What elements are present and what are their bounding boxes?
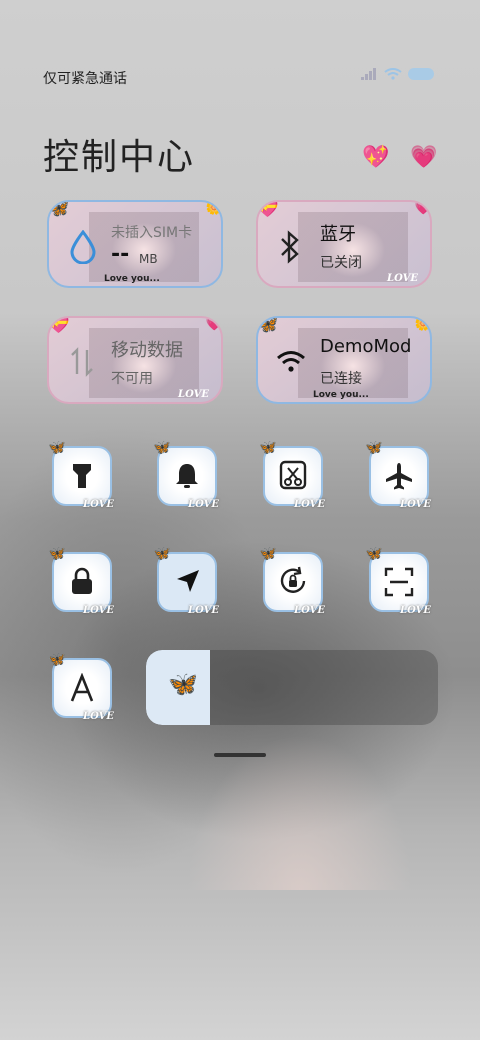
- love-label: LOVE: [294, 499, 325, 510]
- status-bar: 仅可紧急通话: [0, 60, 480, 90]
- wifi-network-name: DemoMod: [320, 336, 412, 357]
- mobile-data-tile[interactable]: 💝 💗 移动数据 不可用 LOVE: [47, 316, 223, 404]
- wifi-tile[interactable]: 🦋 🌼 DemoMod 已连接 Love you...: [256, 316, 432, 404]
- rotation-lock-toggle[interactable]: 🦋 LOVE: [259, 546, 325, 616]
- mobile-data-status: 不可用: [111, 371, 153, 387]
- drag-handle[interactable]: [214, 753, 266, 757]
- heart-gift-icon: 💝: [47, 316, 70, 335]
- bell-icon: [176, 464, 198, 488]
- status-icons: [360, 68, 434, 80]
- location-toggle[interactable]: 🦋 LOVE: [153, 546, 219, 616]
- butterfly-icon: 🦋: [48, 546, 66, 562]
- love-label: LOVE: [294, 605, 325, 616]
- data-usage-tile[interactable]: 🦋 🌼 未插入SIM卡 -- MB Love you...: [47, 200, 223, 288]
- butterfly-icon: 🦋: [365, 546, 383, 562]
- signal-icon: [361, 68, 376, 80]
- heart-gift-icon: 💝: [256, 200, 279, 219]
- tile-footer-text: Love you...: [313, 390, 369, 400]
- love-label: LOVE: [83, 711, 114, 722]
- flower-icon: 🌼: [414, 316, 432, 332]
- water-drop-icon: [70, 230, 96, 264]
- heart-icon: 💗: [414, 200, 432, 216]
- sim-status: 未插入SIM卡: [111, 225, 193, 241]
- bluetooth-tile[interactable]: 💝 💗 蓝牙 已关闭 LOVE: [256, 200, 432, 288]
- butterfly-icon: 🦋: [48, 440, 66, 456]
- growing-heart-icon: 💗: [410, 145, 438, 170]
- butterfly-icon: 🦋: [259, 546, 277, 562]
- lock-icon: [72, 567, 92, 594]
- flower-icon: 🌼: [205, 200, 223, 216]
- butterfly-icon: 🦋: [47, 200, 70, 219]
- butterfly-icon: 🦋: [365, 440, 383, 456]
- love-label: LOVE: [178, 389, 209, 400]
- butterfly-icon: 🦋: [259, 440, 277, 456]
- battery-icon: [408, 68, 434, 80]
- butterfly-icon: 🦋: [153, 440, 171, 456]
- bluetooth-status: 已关闭: [320, 255, 362, 271]
- rotation-lock-icon: [280, 566, 306, 593]
- love-label: LOVE: [387, 273, 418, 284]
- carrier-status: 仅可紧急通话: [43, 71, 127, 87]
- love-label: LOVE: [400, 605, 431, 616]
- airplane-icon: [386, 463, 412, 490]
- flashlight-toggle[interactable]: 🦋 LOVE: [48, 440, 114, 510]
- heart-icon: 💗: [205, 316, 223, 332]
- scan-icon: [384, 567, 414, 597]
- love-label: LOVE: [83, 605, 114, 616]
- wifi-icon: [277, 351, 305, 372]
- bluetooth-icon: [281, 230, 299, 264]
- font-size-toggle[interactable]: 🦋 LOVE: [48, 652, 114, 722]
- mobile-data-label: 移动数据: [111, 340, 183, 361]
- butterfly-icon: 🦋: [256, 316, 279, 335]
- butterfly-icon: 🦋: [48, 652, 66, 668]
- mute-toggle[interactable]: 🦋 LOVE: [153, 440, 219, 510]
- tile-footer-text: Love you...: [104, 274, 160, 284]
- wifi-icon: [384, 68, 402, 80]
- data-unit: MB: [139, 252, 158, 266]
- font-a-icon: [70, 673, 94, 702]
- page-title: 控制中心: [43, 137, 196, 178]
- bluetooth-label: 蓝牙: [320, 224, 356, 245]
- wifi-status: 已连接: [320, 371, 362, 387]
- flashlight-icon: [73, 464, 91, 488]
- scanner-toggle[interactable]: 🦋 LOVE: [365, 546, 431, 616]
- airplane-mode-toggle[interactable]: 🦋 LOVE: [365, 440, 431, 510]
- love-label: LOVE: [83, 499, 114, 510]
- butterfly-icon: 🦋: [168, 670, 198, 698]
- data-value: --: [111, 242, 130, 267]
- butterfly-icon: 🦋: [153, 546, 171, 562]
- location-icon: [177, 570, 199, 592]
- screenshot-toggle[interactable]: 🦋 LOVE: [259, 440, 325, 510]
- sparkling-heart-icon: 💖: [362, 145, 390, 170]
- love-label: LOVE: [188, 605, 219, 616]
- screenshot-icon: [279, 460, 307, 490]
- love-label: LOVE: [400, 499, 431, 510]
- love-label: LOVE: [188, 499, 219, 510]
- mobile-data-icon: [71, 347, 93, 377]
- lock-screen-toggle[interactable]: 🦋 LOVE: [48, 546, 114, 616]
- brightness-slider[interactable]: 🦋: [146, 650, 438, 725]
